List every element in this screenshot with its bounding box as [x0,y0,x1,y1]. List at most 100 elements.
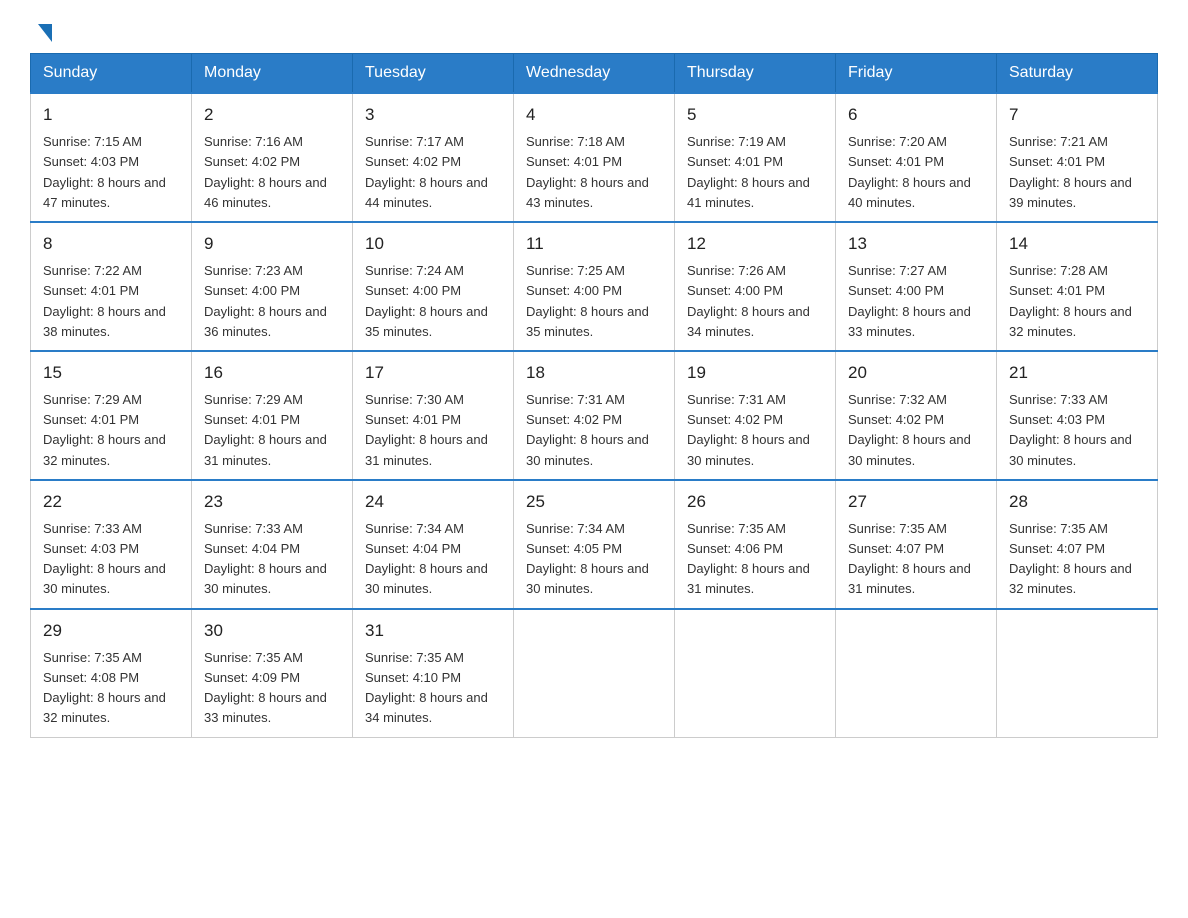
calendar-week-2: 8 Sunrise: 7:22 AMSunset: 4:01 PMDaylight… [31,222,1158,351]
day-number: 18 [526,360,662,386]
col-header-sunday: Sunday [31,54,192,94]
day-number: 19 [687,360,823,386]
calendar-cell: 14Sunrise: 7:28 AMSunset: 4:01 PMDayligh… [997,222,1158,351]
day-info: Sunrise: 7:35 AMSunset: 4:07 PMDaylight:… [848,521,971,596]
calendar-cell: 23Sunrise: 7:33 AMSunset: 4:04 PMDayligh… [192,480,353,609]
day-info: Sunrise: 7:29 AMSunset: 4:01 PMDaylight:… [204,392,327,467]
calendar-cell: 20 Sunrise: 7:32 AMSunset: 4:02 PMDayligh… [836,351,997,480]
day-number: 11 [526,231,662,257]
calendar-cell: 2 Sunrise: 7:16 AMSunset: 4:02 PMDaylight… [192,93,353,222]
day-number: 7 [1009,102,1145,128]
col-header-thursday: Thursday [675,54,836,94]
day-info: Sunrise: 7:35 AMSunset: 4:07 PMDaylight:… [1009,521,1132,596]
day-info: Sunrise: 7:32 AMSunset: 4:02 PMDaylight:… [848,392,971,467]
day-number: 22 [43,489,179,515]
calendar-cell [675,609,836,737]
day-info: Sunrise: 7:28 AMSunset: 4:01 PMDaylight:… [1009,263,1132,338]
day-info: Sunrise: 7:21 AMSunset: 4:01 PMDaylight:… [1009,134,1132,209]
calendar-cell: 19Sunrise: 7:31 AMSunset: 4:02 PMDayligh… [675,351,836,480]
calendar-cell: 24 Sunrise: 7:34 AMSunset: 4:04 PMDayligh… [353,480,514,609]
day-info: Sunrise: 7:26 AMSunset: 4:00 PMDaylight:… [687,263,810,338]
day-number: 9 [204,231,340,257]
logo-arrow-icon [38,24,52,42]
calendar-cell: 21 Sunrise: 7:33 AMSunset: 4:03 PMDayligh… [997,351,1158,480]
day-number: 1 [43,102,179,128]
calendar-cell: 30 Sunrise: 7:35 AMSunset: 4:09 PMDayligh… [192,609,353,737]
day-info: Sunrise: 7:33 AMSunset: 4:03 PMDaylight:… [1009,392,1132,467]
day-number: 3 [365,102,501,128]
calendar-cell: 18 Sunrise: 7:31 AMSunset: 4:02 PMDayligh… [514,351,675,480]
day-number: 27 [848,489,984,515]
calendar-cell: 16 Sunrise: 7:29 AMSunset: 4:01 PMDayligh… [192,351,353,480]
calendar-cell: 9 Sunrise: 7:23 AMSunset: 4:00 PMDaylight… [192,222,353,351]
day-info: Sunrise: 7:34 AMSunset: 4:04 PMDaylight:… [365,521,488,596]
calendar-cell: 1 Sunrise: 7:15 AMSunset: 4:03 PMDaylight… [31,93,192,222]
day-number: 24 [365,489,501,515]
day-number: 29 [43,618,179,644]
calendar-table: SundayMondayTuesdayWednesdayThursdayFrid… [30,53,1158,738]
col-header-saturday: Saturday [997,54,1158,94]
day-number: 5 [687,102,823,128]
day-info: Sunrise: 7:35 AMSunset: 4:06 PMDaylight:… [687,521,810,596]
day-number: 21 [1009,360,1145,386]
day-number: 16 [204,360,340,386]
calendar-cell: 28 Sunrise: 7:35 AMSunset: 4:07 PMDayligh… [997,480,1158,609]
day-info: Sunrise: 7:23 AMSunset: 4:00 PMDaylight:… [204,263,327,338]
calendar-cell: 26 Sunrise: 7:35 AMSunset: 4:06 PMDayligh… [675,480,836,609]
calendar-cell: 13Sunrise: 7:27 AMSunset: 4:00 PMDayligh… [836,222,997,351]
calendar-week-3: 15 Sunrise: 7:29 AMSunset: 4:01 PMDayligh… [31,351,1158,480]
calendar-cell: 4 Sunrise: 7:18 AMSunset: 4:01 PMDaylight… [514,93,675,222]
calendar-cell: 7 Sunrise: 7:21 AMSunset: 4:01 PMDaylight… [997,93,1158,222]
col-header-friday: Friday [836,54,997,94]
day-info: Sunrise: 7:20 AMSunset: 4:01 PMDaylight:… [848,134,971,209]
day-number: 15 [43,360,179,386]
calendar-header-row: SundayMondayTuesdayWednesdayThursdayFrid… [31,54,1158,94]
calendar-cell: 3 Sunrise: 7:17 AMSunset: 4:02 PMDaylight… [353,93,514,222]
day-info: Sunrise: 7:15 AMSunset: 4:03 PMDaylight:… [43,134,166,209]
day-number: 30 [204,618,340,644]
day-info: Sunrise: 7:33 AMSunset: 4:03 PMDaylight:… [43,521,166,596]
day-info: Sunrise: 7:34 AMSunset: 4:05 PMDaylight:… [526,521,649,596]
calendar-cell: 6 Sunrise: 7:20 AMSunset: 4:01 PMDaylight… [836,93,997,222]
day-number: 13 [848,231,984,257]
day-info: Sunrise: 7:35 AMSunset: 4:09 PMDaylight:… [204,650,327,725]
calendar-cell: 27 Sunrise: 7:35 AMSunset: 4:07 PMDayligh… [836,480,997,609]
col-header-tuesday: Tuesday [353,54,514,94]
calendar-cell: 25Sunrise: 7:34 AMSunset: 4:05 PMDayligh… [514,480,675,609]
calendar-cell: 10Sunrise: 7:24 AMSunset: 4:00 PMDayligh… [353,222,514,351]
calendar-cell [997,609,1158,737]
day-number: 2 [204,102,340,128]
day-number: 8 [43,231,179,257]
calendar-cell: 29 Sunrise: 7:35 AMSunset: 4:08 PMDayligh… [31,609,192,737]
day-info: Sunrise: 7:18 AMSunset: 4:01 PMDaylight:… [526,134,649,209]
day-number: 17 [365,360,501,386]
day-number: 4 [526,102,662,128]
day-info: Sunrise: 7:29 AMSunset: 4:01 PMDaylight:… [43,392,166,467]
day-number: 28 [1009,489,1145,515]
calendar-cell: 31 Sunrise: 7:35 AMSunset: 4:10 PMDayligh… [353,609,514,737]
calendar-cell: 5 Sunrise: 7:19 AMSunset: 4:01 PMDaylight… [675,93,836,222]
calendar-week-5: 29 Sunrise: 7:35 AMSunset: 4:08 PMDayligh… [31,609,1158,737]
calendar-week-1: 1 Sunrise: 7:15 AMSunset: 4:03 PMDaylight… [31,93,1158,222]
day-info: Sunrise: 7:31 AMSunset: 4:02 PMDaylight:… [526,392,649,467]
day-info: Sunrise: 7:35 AMSunset: 4:10 PMDaylight:… [365,650,488,725]
day-info: Sunrise: 7:33 AMSunset: 4:04 PMDaylight:… [204,521,327,596]
day-info: Sunrise: 7:35 AMSunset: 4:08 PMDaylight:… [43,650,166,725]
day-number: 10 [365,231,501,257]
day-number: 26 [687,489,823,515]
day-number: 31 [365,618,501,644]
day-info: Sunrise: 7:30 AMSunset: 4:01 PMDaylight:… [365,392,488,467]
calendar-week-4: 22 Sunrise: 7:33 AMSunset: 4:03 PMDayligh… [31,480,1158,609]
calendar-cell: 17 Sunrise: 7:30 AMSunset: 4:01 PMDayligh… [353,351,514,480]
day-info: Sunrise: 7:17 AMSunset: 4:02 PMDaylight:… [365,134,488,209]
day-info: Sunrise: 7:22 AMSunset: 4:01 PMDaylight:… [43,263,166,338]
calendar-cell: 22 Sunrise: 7:33 AMSunset: 4:03 PMDayligh… [31,480,192,609]
day-number: 6 [848,102,984,128]
day-info: Sunrise: 7:16 AMSunset: 4:02 PMDaylight:… [204,134,327,209]
day-number: 20 [848,360,984,386]
logo [30,20,52,38]
calendar-cell: 15 Sunrise: 7:29 AMSunset: 4:01 PMDayligh… [31,351,192,480]
day-info: Sunrise: 7:19 AMSunset: 4:01 PMDaylight:… [687,134,810,209]
calendar-cell: 8 Sunrise: 7:22 AMSunset: 4:01 PMDaylight… [31,222,192,351]
calendar-cell: 12Sunrise: 7:26 AMSunset: 4:00 PMDayligh… [675,222,836,351]
